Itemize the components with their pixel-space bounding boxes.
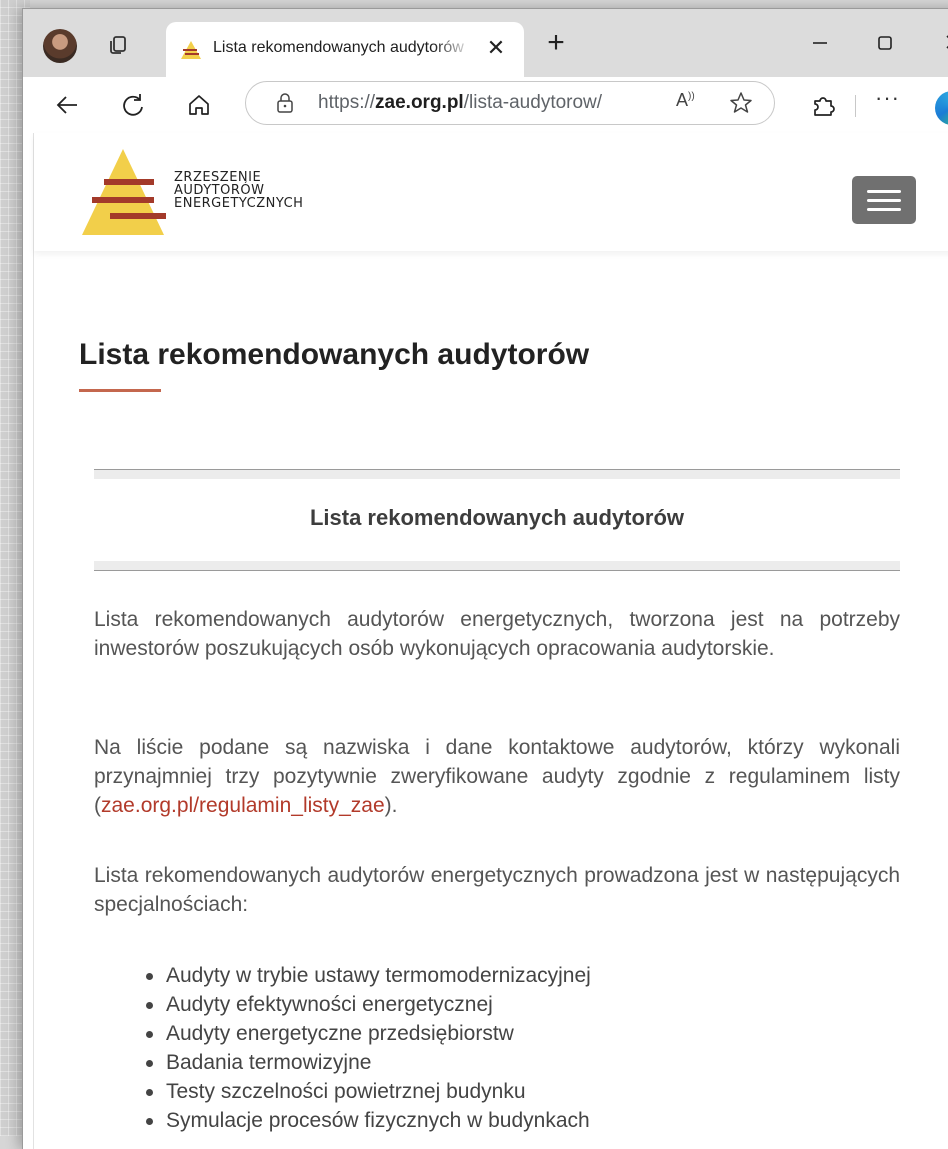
site-logo-text[interactable]: ZRZESZENIE AUDYTORÓW ENERGETYCZNYCH [174, 171, 303, 210]
list-item: Audyty w trybie ustawy termomodernizacyj… [146, 961, 591, 990]
lock-icon[interactable] [274, 92, 296, 114]
specialties-intro-paragraph: Lista rekomendowanych audytorów energety… [94, 864, 900, 916]
refresh-icon[interactable] [119, 91, 147, 119]
criteria-paragraph: Na liście podane są nazwiska i dane kont… [94, 736, 900, 817]
list-item: Audyty energetyczne przedsiębiorstw [146, 1019, 591, 1048]
profile-avatar[interactable] [43, 29, 77, 63]
list-item: Testy szczelności powietrznej budynku [146, 1077, 591, 1106]
address-bar[interactable]: https://zae.org.pl/lista-audytorow/ A)) [245, 81, 775, 125]
tab-actions-icon[interactable] [107, 34, 129, 56]
hamburger-icon-line [867, 208, 901, 211]
home-icon[interactable] [185, 91, 213, 119]
list-item: Badania termowizyjne [146, 1048, 591, 1077]
site-logo-icon[interactable] [80, 147, 166, 237]
site-header: ZRZESZENIE AUDYTORÓW ENERGETYCZNYCH [34, 133, 948, 251]
tab-strip: Lista rekomendowanych audytorów ✕ + [23, 9, 948, 78]
more-icon[interactable]: ··· [875, 85, 903, 113]
site-favicon-icon [181, 41, 201, 59]
close-window-icon[interactable] [941, 27, 948, 57]
hamburger-icon-line [867, 190, 901, 193]
navigation-toolbar: https://zae.org.pl/lista-audytorow/ A)) … [23, 77, 948, 133]
hamburger-icon-line [867, 199, 901, 202]
list-item: Symulacje procesów fizycznych w budynkac… [146, 1106, 591, 1135]
menu-toggle-button[interactable] [852, 176, 916, 224]
browser-window: Lista rekomendowanych audytorów ✕ + http… [22, 8, 948, 1149]
puzzle-icon[interactable] [809, 91, 837, 119]
section-rule-top [94, 469, 900, 479]
section-rule-bottom [94, 561, 900, 571]
toolbar-separator [855, 95, 856, 117]
web-page: ZRZESZENIE AUDYTORÓW ENERGETYCZNYCH List… [33, 133, 948, 1149]
minimize-icon[interactable] [808, 31, 832, 55]
star-icon[interactable] [728, 90, 754, 116]
regulations-link[interactable]: zae.org.pl/regulamin_listy_zae [101, 794, 385, 817]
back-arrow-icon[interactable] [53, 91, 81, 119]
read-aloud-icon[interactable]: A)) [676, 90, 702, 116]
title-underline [79, 389, 161, 392]
page-title: Lista rekomendowanych audytorów [79, 338, 590, 371]
edge-icon[interactable] [935, 91, 948, 125]
maximize-icon[interactable] [873, 31, 897, 55]
new-tab-button[interactable]: + [543, 28, 569, 58]
intro-paragraph: Lista rekomendowanych audytorów energety… [94, 608, 900, 660]
close-tab-button[interactable]: ✕ [484, 36, 508, 60]
url-text[interactable]: https://zae.org.pl/lista-audytorow/ [318, 92, 602, 114]
list-item: Audyty efektywności energetycznej [146, 990, 591, 1019]
specialties-list: Audyty w trybie ustawy termomodernizacyj… [146, 961, 591, 1135]
active-tab[interactable]: Lista rekomendowanych audytorów ✕ [166, 22, 524, 78]
tab-title: Lista rekomendowanych audytorów [213, 39, 464, 56]
section-heading: Lista rekomendowanych audytorów [309, 505, 685, 530]
